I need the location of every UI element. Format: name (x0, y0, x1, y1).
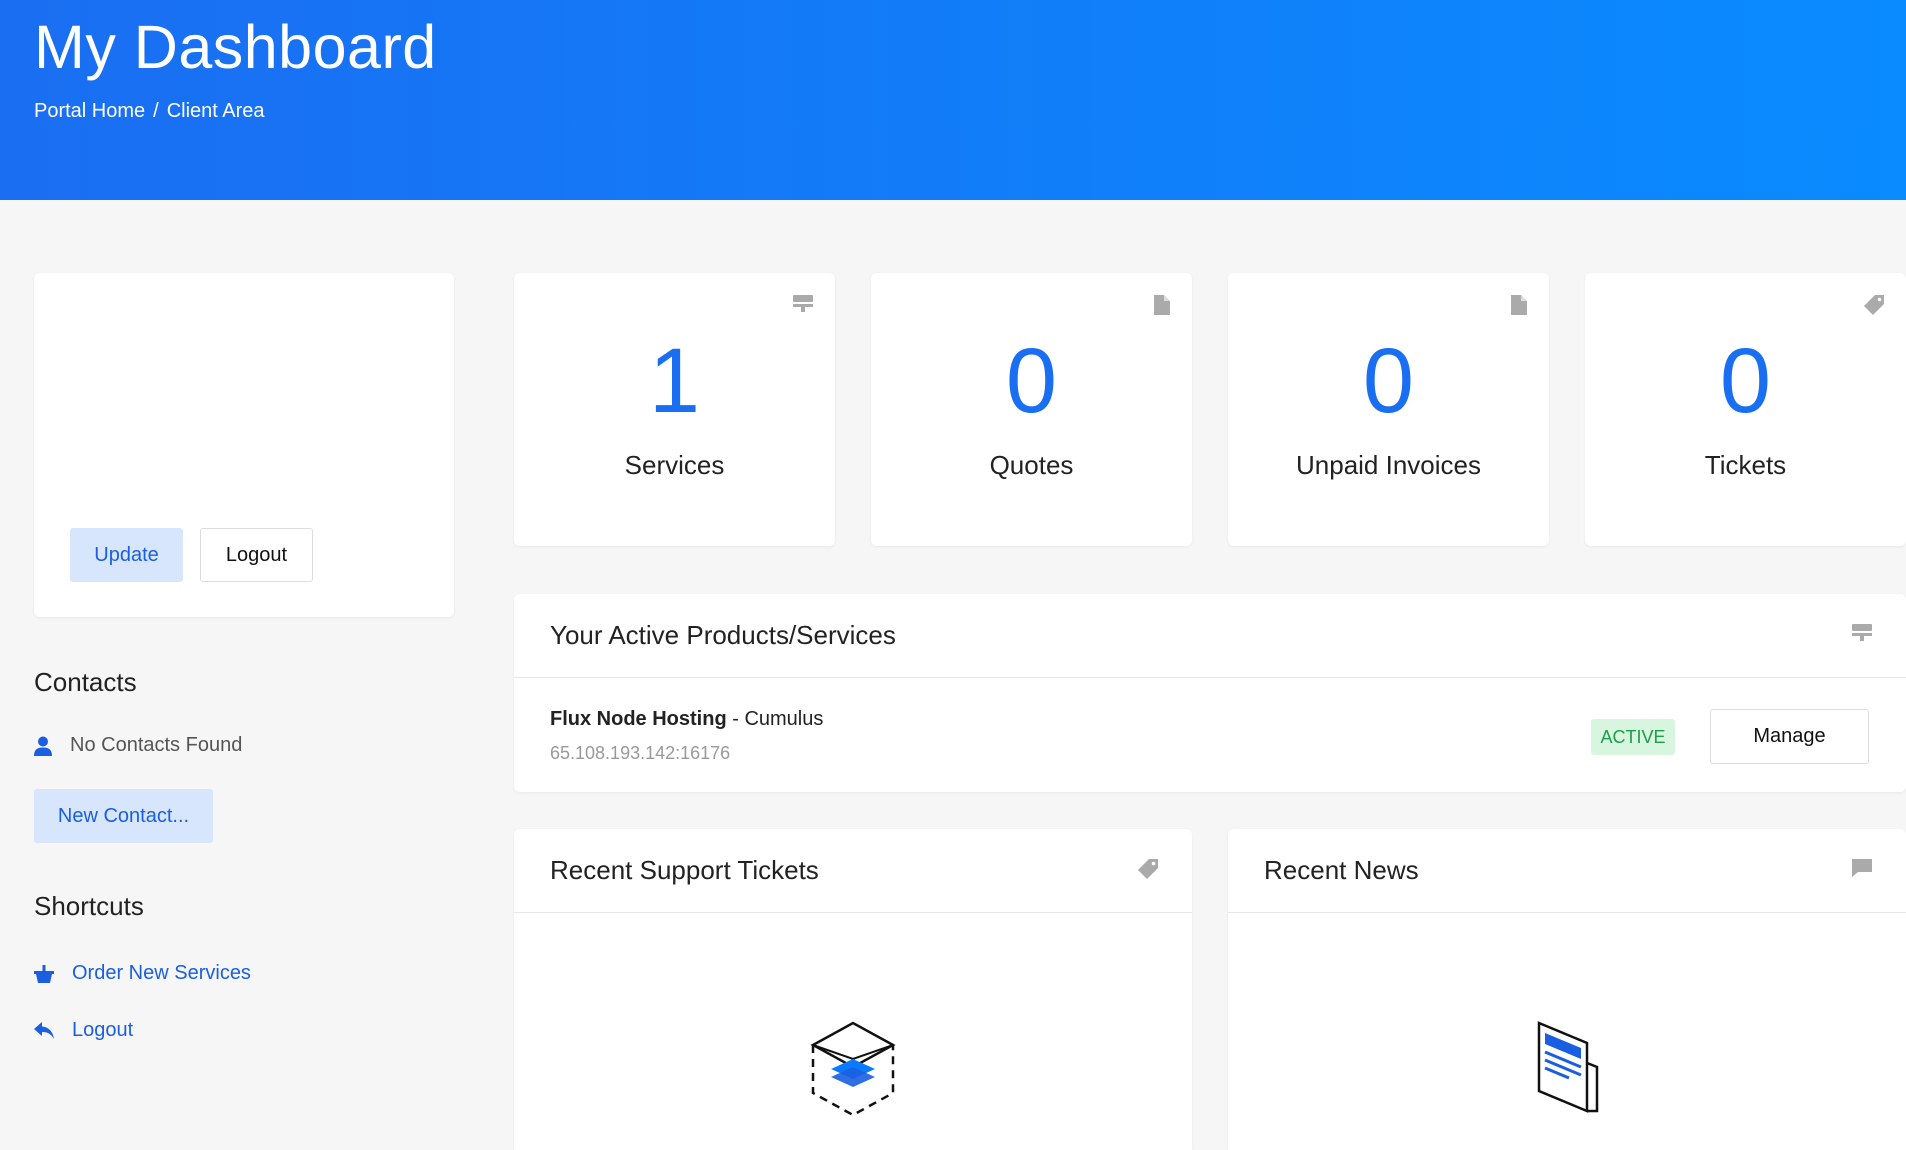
recent-news-panel: Recent News (1228, 829, 1906, 1150)
panel-title: Your Active Products/Services (550, 620, 896, 650)
basket-icon (34, 964, 54, 983)
stat-value: 0 (1719, 330, 1772, 432)
panel-header: Recent News (1228, 829, 1906, 913)
update-button[interactable]: Update (70, 528, 183, 582)
product-plan: Cumulus (744, 708, 824, 730)
product-separator: - (726, 708, 745, 730)
tag-icon (1864, 295, 1884, 315)
new-contact-button[interactable]: New Contact... (34, 789, 213, 843)
empty-tickets-illustration-icon (810, 1021, 896, 1117)
shortcuts-heading: Shortcuts (34, 891, 144, 921)
tag-icon (1138, 859, 1158, 879)
panel-title: Recent News (1264, 855, 1419, 885)
product-name: Flux Node Hosting (550, 708, 727, 730)
user-icon (34, 736, 52, 756)
page-header: My Dashboard Portal Home / Client Area (0, 0, 1906, 200)
stat-tile-tickets[interactable]: 0 Tickets (1585, 273, 1906, 546)
stat-label: Quotes (989, 450, 1074, 480)
document-icon (1154, 295, 1170, 315)
breadcrumb: Portal Home / Client Area (34, 100, 265, 123)
stat-value: 0 (1005, 330, 1058, 432)
panel-title: Recent Support Tickets (550, 855, 819, 885)
page-title: My Dashboard (34, 13, 437, 81)
product-address: 65.108.193.142:16176 (550, 743, 731, 763)
active-products-panel: Your Active Products/Services Flux Node … (514, 594, 1906, 792)
recent-support-tickets-panel: Recent Support Tickets (514, 829, 1192, 1150)
stat-tile-services[interactable]: 1 Services (514, 273, 835, 546)
shortcut-logout[interactable]: Logout (34, 1019, 133, 1042)
breadcrumb-separator: / (153, 100, 159, 122)
stat-value: 0 (1362, 330, 1415, 432)
product-name-line: Flux Node Hosting - Cumulus (550, 708, 823, 731)
breadcrumb-client-area: Client Area (166, 100, 265, 122)
panel-header: Recent Support Tickets (514, 829, 1192, 913)
server-icon (1852, 624, 1872, 641)
no-contacts-text: No Contacts Found (70, 734, 243, 756)
shortcut-label: Order New Services (72, 962, 251, 984)
stat-value: 1 (648, 330, 701, 432)
logout-button[interactable]: Logout (200, 528, 313, 582)
contacts-empty-row: No Contacts Found (34, 734, 242, 757)
stat-label: Services (624, 450, 725, 480)
stat-label: Unpaid Invoices (1296, 450, 1481, 480)
breadcrumb-portal-home[interactable]: Portal Home (34, 100, 145, 123)
contacts-heading: Contacts (34, 667, 137, 697)
stat-tile-unpaid-invoices[interactable]: 0 Unpaid Invoices (1228, 273, 1549, 546)
profile-card: Update Logout (34, 273, 454, 617)
server-icon (793, 295, 813, 312)
stat-tile-quotes[interactable]: 0 Quotes (871, 273, 1192, 546)
comment-icon (1852, 859, 1872, 877)
manage-button[interactable]: Manage (1710, 709, 1869, 764)
shortcut-order-new-services[interactable]: Order New Services (34, 962, 251, 985)
empty-news-illustration-icon (1537, 1021, 1599, 1113)
reply-arrow-icon (34, 1021, 54, 1039)
document-icon (1511, 295, 1527, 315)
panel-header: Your Active Products/Services (514, 594, 1906, 678)
stat-label: Tickets (1704, 450, 1787, 480)
shortcut-label: Logout (72, 1019, 134, 1041)
status-badge: ACTIVE (1591, 719, 1675, 755)
